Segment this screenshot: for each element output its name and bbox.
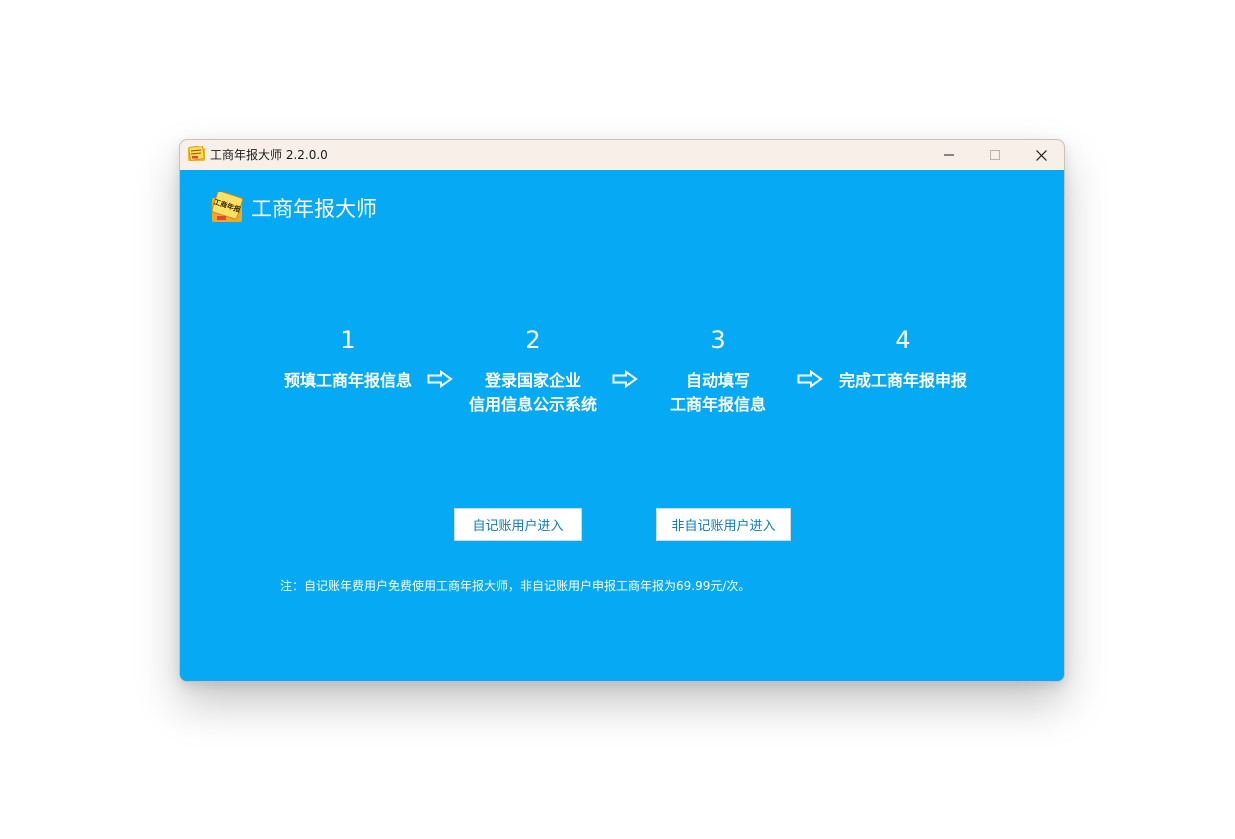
step-label-line: 预填工商年报信息 <box>283 371 412 390</box>
maximize-icon <box>990 150 1000 160</box>
step-4: 4 完成工商年报申报 <box>818 325 988 393</box>
step-label: 自动填写 工商年报信息 <box>633 369 803 417</box>
step-number: 1 <box>340 326 356 354</box>
self-bookkeeping-user-enter-button[interactable]: 自记账用户进入 <box>454 508 582 541</box>
step-label-line: 信用信息公示系统 <box>468 395 597 414</box>
desktop: 工商年报大师 2.2.0.0 工商年报 工商年报大师 1 预填工商年报信息 2 … <box>0 0 1235 839</box>
app-window: 工商年报大师 2.2.0.0 工商年报 工商年报大师 1 预填工商年报信息 2 … <box>179 139 1065 682</box>
main-content: 工商年报 工商年报大师 1 预填工商年报信息 2 登录国家企业 信用信息公示系统 <box>180 170 1064 681</box>
step-label-line: 登录国家企业 <box>484 371 581 390</box>
non-self-bookkeeping-user-enter-button[interactable]: 非自记账用户进入 <box>656 508 791 541</box>
close-icon <box>1035 149 1047 161</box>
title-bar[interactable]: 工商年报大师 2.2.0.0 <box>180 140 1064 170</box>
step-label-line: 工商年报信息 <box>669 395 766 414</box>
step-number: 3 <box>710 326 726 354</box>
step-number: 4 <box>895 326 911 354</box>
minimize-button[interactable] <box>926 140 972 170</box>
window-title: 工商年报大师 2.2.0.0 <box>210 148 328 162</box>
minimize-icon <box>944 154 954 156</box>
step-label: 登录国家企业 信用信息公示系统 <box>448 369 618 417</box>
brand-title: 工商年报大师 <box>251 197 377 221</box>
app-logo-icon <box>188 146 205 161</box>
step-label: 预填工商年报信息 <box>263 369 433 393</box>
step-number: 2 <box>525 326 541 354</box>
step-label-line: 完成工商年报申报 <box>838 371 967 390</box>
close-button[interactable] <box>1018 140 1064 170</box>
pricing-note: 注：自记账年费用户免费使用工商年报大师，非自记账用户申报工商年报为69.99元/… <box>280 579 751 593</box>
step-1: 1 预填工商年报信息 <box>263 325 433 393</box>
step-2: 2 登录国家企业 信用信息公示系统 <box>448 325 618 417</box>
app-logo-icon: 工商年报 <box>211 192 243 222</box>
step-label-line: 自动填写 <box>685 371 750 390</box>
maximize-button[interactable] <box>972 140 1018 170</box>
step-3: 3 自动填写 工商年报信息 <box>633 325 803 417</box>
step-label: 完成工商年报申报 <box>818 369 988 393</box>
